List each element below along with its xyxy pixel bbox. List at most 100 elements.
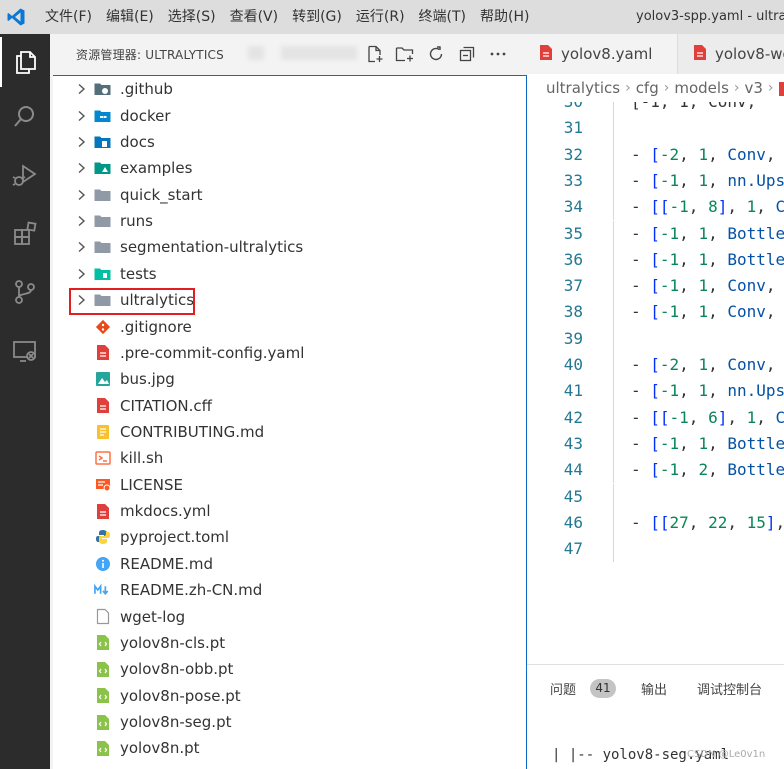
tab-problems[interactable]: 问题: [550, 679, 576, 698]
code-editor[interactable]: 30 [-1, 1, Conv,3132- [-2, 1, Conv,33- […: [527, 102, 784, 664]
tree-folder-item[interactable]: segmentation-ultralytics: [53, 234, 526, 260]
image-icon: [94, 366, 111, 392]
code-token: ,: [679, 433, 699, 453]
breadcrumb-item[interactable]: cfg: [636, 79, 659, 97]
code-token: [[: [650, 407, 670, 427]
explorer-icon[interactable]: [0, 37, 50, 87]
tree-file-item[interactable]: yolov8n-seg.pt: [53, 709, 526, 735]
line-number: 31: [563, 118, 583, 138]
search-icon[interactable]: [0, 92, 50, 142]
more-actions-icon[interactable]: [487, 43, 509, 65]
code-token: ,: [679, 170, 699, 190]
code-text: - [-1, 1, Conv,: [631, 273, 776, 299]
indent-guide: [613, 102, 614, 116]
remote-explorer-icon[interactable]: [0, 326, 50, 376]
tree-file-item[interactable]: yolov8n-pose.pt: [53, 683, 526, 709]
breadcrumb-item[interactable]: v3: [745, 79, 763, 97]
code-line: 32 - [-2, 1, Conv,: [527, 141, 784, 168]
code-token: [: [650, 276, 660, 296]
tree-file-item[interactable]: yolov8n.pt: [53, 735, 526, 761]
code-token: 1: [698, 249, 709, 269]
tree-file-item[interactable]: .pre-commit-config.yaml: [53, 340, 526, 366]
tree-file-item[interactable]: pyproject.toml: [53, 524, 526, 550]
tab-yolov8-yaml[interactable]: yolov8.yaml: [527, 34, 678, 74]
menu-item[interactable]: 文件(F): [38, 0, 99, 34]
code-token: -1: [659, 460, 680, 480]
code-token: Bottle: [727, 460, 784, 480]
tab-yolov8-wo[interactable]: yolov8-wo: [679, 34, 784, 74]
tree-file-item[interactable]: README.zh-CN.md: [53, 577, 526, 603]
tab-label: yolov8.yaml: [561, 45, 653, 63]
code-token: -1: [659, 249, 680, 269]
extensions-icon[interactable]: [0, 209, 50, 259]
code-token: [: [650, 144, 660, 164]
chevron-right-icon[interactable]: [75, 76, 87, 102]
menu-item[interactable]: 终端(T): [412, 0, 473, 34]
tree-file-item[interactable]: README.md: [53, 551, 526, 577]
indent-guide: [613, 457, 614, 484]
code-text: - [-2, 1, Conv,: [631, 352, 776, 378]
pt-file-icon: [94, 630, 111, 656]
tree-folder-item[interactable]: quick_start: [53, 181, 526, 207]
menu-item[interactable]: 转到(G): [285, 0, 349, 34]
breadcrumb-item[interactable]: ultralytics: [546, 79, 620, 97]
tree-file-item[interactable]: LICENSE: [53, 472, 526, 498]
tab-output[interactable]: 输出: [641, 679, 667, 698]
code-token: -1: [659, 433, 680, 453]
tree-folder-item[interactable]: docs: [53, 129, 526, 155]
menu-item[interactable]: 运行(R): [349, 0, 412, 34]
code-token: ,: [688, 407, 709, 427]
new-folder-icon[interactable]: [394, 43, 416, 65]
tree-folder-item[interactable]: tests: [53, 261, 526, 287]
code-token: -1: [659, 170, 680, 190]
code-token: ,: [708, 302, 728, 322]
chevron-right-icon[interactable]: [75, 261, 87, 287]
chevron-right-icon[interactable]: [75, 234, 87, 260]
chevron-right-icon[interactable]: [75, 208, 87, 234]
tree-file-item[interactable]: .gitignore: [53, 313, 526, 339]
tree-folder-item[interactable]: .github: [53, 76, 526, 102]
tab-debug-console[interactable]: 调试控制台: [697, 679, 762, 698]
code-token: Bottle: [727, 249, 784, 269]
tree-folder-item[interactable]: docker: [53, 102, 526, 128]
code-text: - [[-1, 8], 1, C: [631, 194, 784, 220]
source-control-icon[interactable]: [0, 267, 50, 317]
folder-examples-icon: [94, 155, 111, 181]
code-token: ,: [708, 433, 728, 453]
chevron-right-icon[interactable]: [75, 103, 87, 129]
tree-file-item[interactable]: wget-log: [53, 603, 526, 629]
chevron-right-icon[interactable]: [75, 129, 87, 155]
breadcrumb-item[interactable]: models: [674, 79, 729, 97]
code-token: ]: [717, 197, 728, 217]
refresh-icon[interactable]: [425, 43, 447, 65]
code-token: -1: [659, 302, 680, 322]
tree-item-label: yolov8n-pose.pt: [120, 686, 241, 705]
tree-file-item[interactable]: yolov8n-cls.pt: [53, 630, 526, 656]
chevron-right-icon[interactable]: [75, 182, 87, 208]
menu-item[interactable]: 编辑(E): [99, 0, 161, 34]
indent-guide: [613, 141, 614, 168]
code-line: 33 - [-1, 1, nn.Ups: [527, 167, 784, 195]
tree-file-item[interactable]: mkdocs.yml: [53, 498, 526, 524]
tree-file-item[interactable]: kill.sh: [53, 445, 526, 471]
code-line: 42 - [[-1, 6], 1, C: [527, 404, 784, 431]
menu-item[interactable]: 查看(V): [223, 0, 286, 34]
code-token: ,: [708, 381, 728, 401]
tree-file-item[interactable]: CONTRIBUTING.md: [53, 419, 526, 445]
code-token: -: [631, 276, 651, 296]
tree-folder-item[interactable]: runs: [53, 208, 526, 234]
menu-item[interactable]: 帮助(H): [473, 0, 536, 34]
run-debug-icon[interactable]: [0, 150, 50, 200]
problems-count-badge: 41: [590, 679, 616, 698]
code-token: nn.Ups: [727, 170, 784, 190]
tree-file-item[interactable]: yolov8n-obb.pt: [53, 656, 526, 682]
code-token: ,: [679, 223, 699, 243]
code-token: ,: [708, 223, 728, 243]
chevron-right-icon[interactable]: [75, 155, 87, 181]
menu-item[interactable]: 选择(S): [161, 0, 223, 34]
tree-file-item[interactable]: bus.jpg: [53, 366, 526, 392]
tree-folder-item[interactable]: examples: [53, 155, 526, 181]
collapse-all-icon[interactable]: [456, 43, 478, 65]
new-file-icon[interactable]: [364, 43, 386, 65]
tree-file-item[interactable]: CITATION.cff: [53, 392, 526, 418]
